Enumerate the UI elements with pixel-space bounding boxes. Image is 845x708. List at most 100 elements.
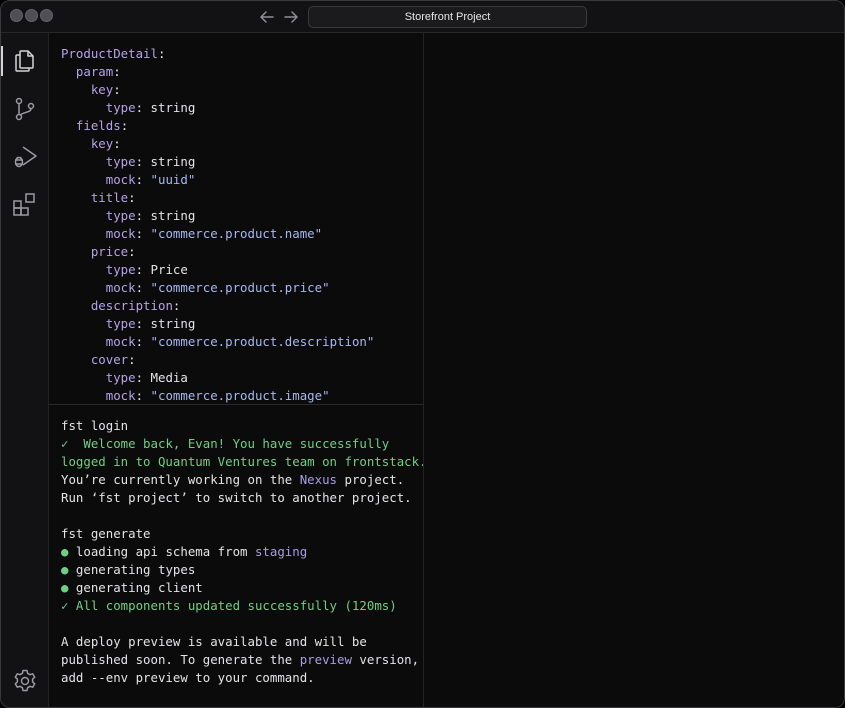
code-key: mock (105, 388, 136, 403)
code-line: type: string (105, 100, 196, 115)
terminal-line: fst generate (61, 525, 151, 543)
code-line: key: (90, 136, 121, 151)
terminal-line: logged in to Quantum Ventures team on fr… (61, 453, 423, 471)
code-value: string (150, 316, 196, 331)
minimize-window-button[interactable] (25, 9, 38, 22)
source-control-icon[interactable] (12, 96, 38, 122)
terminal-panel[interactable]: fst login ✓ Welcome back, Evan! You have … (49, 405, 423, 707)
terminal-text: staging (254, 544, 308, 559)
code-line: mock: "commerce.product.price" (105, 280, 330, 295)
settings-gear-icon[interactable] (12, 668, 38, 694)
code-key: title (90, 190, 129, 205)
code-line: ProductDetail: (61, 46, 166, 61)
code-value: "commerce.product.name" (150, 226, 323, 241)
code-line: type: string (105, 316, 196, 331)
code-key: price (90, 244, 129, 259)
code-value: string (150, 100, 196, 115)
terminal-text: Nexus (299, 472, 338, 487)
code-key: type (105, 262, 136, 277)
terminal-text: Run ‘fst project’ to switch to another p… (61, 490, 412, 505)
code-key: param (75, 64, 114, 79)
code-line: cover: (90, 352, 136, 367)
project-title-search[interactable]: Storefront Project (308, 6, 587, 28)
code-key: mock (105, 334, 136, 349)
terminal-text: generating types (75, 562, 196, 577)
terminal-text: A deploy preview is available and will b… (61, 634, 367, 649)
terminal-line: You’re currently working on the Nexus pr… (61, 471, 404, 489)
code-key: mock (105, 172, 136, 187)
activity-bar (1, 33, 49, 707)
code-line: type: string (105, 154, 196, 169)
code-value: string (150, 208, 196, 223)
code-line: price: (90, 244, 136, 259)
extensions-icon[interactable] (12, 192, 38, 218)
code-line: param: (75, 64, 121, 79)
code-key: description (90, 298, 173, 313)
terminal-text: Welcome back, Evan! You have successfull… (75, 436, 390, 451)
terminal-line: fst login (61, 417, 128, 435)
code-line: mock: "commerce.product.name" (105, 226, 323, 241)
code-line: key: (90, 82, 121, 97)
terminal-text: logged in to Quantum Ventures team on fr… (61, 454, 423, 469)
check-icon: ✓ (61, 436, 76, 451)
check-icon: ✓ (61, 598, 76, 613)
code-line: type: Price (105, 262, 188, 277)
terminal-line: published soon. To generate the preview … (61, 651, 419, 669)
code-line: type: string (105, 208, 196, 223)
terminal-text: You’re currently working on the (61, 472, 300, 487)
code-line: mock: "commerce.product.description" (105, 334, 375, 349)
code-key: type (105, 316, 136, 331)
code-line: mock: "uuid" (105, 172, 196, 187)
app-window: Storefront Project ProductDetail: param:… (0, 0, 845, 708)
bullet-icon: ● (61, 580, 76, 595)
terminal-line: add --env preview to your command. (61, 669, 315, 687)
code-key: fields (75, 118, 121, 133)
code-line: type: Media (105, 370, 188, 385)
forward-arrow-icon[interactable] (282, 8, 300, 26)
terminal-text: version, (351, 652, 420, 667)
code-line: description: (90, 298, 181, 313)
active-indicator (1, 46, 3, 76)
terminal-text: published soon. To generate the (61, 652, 300, 667)
code-key: key (90, 82, 114, 97)
window-title: Storefront Project (404, 11, 491, 23)
title-bar: Storefront Project (1, 1, 844, 33)
terminal-line: ● generating types (61, 561, 195, 579)
terminal-text: fst login (61, 418, 129, 433)
code-value: "uuid" (150, 172, 196, 187)
terminal-text: project. (337, 472, 405, 487)
code-value: "commerce.product.description" (150, 334, 375, 349)
code-key: cover (90, 352, 129, 367)
code-value: Media (150, 370, 188, 385)
code-value: Price (150, 262, 188, 277)
code-editor[interactable]: ProductDetail: param: key: type: string … (49, 33, 423, 404)
terminal-line: Run ‘fst project’ to switch to another p… (61, 489, 412, 507)
terminal-text: add --env preview to your command. (61, 670, 315, 685)
code-key: type (105, 208, 136, 223)
code-key: ProductDetail (61, 46, 158, 61)
terminal-text: fst generate (61, 526, 151, 541)
zoom-window-button[interactable] (40, 9, 53, 22)
code-value: string (150, 154, 196, 169)
code-line: mock: "commerce.product.image" (105, 388, 330, 403)
code-key: type (105, 154, 136, 169)
files-icon[interactable] (12, 48, 38, 74)
code-key: mock (105, 280, 136, 295)
bullet-icon: ● (61, 544, 76, 559)
run-debug-icon[interactable] (12, 144, 38, 170)
code-key: type (105, 100, 136, 115)
code-value: "commerce.product.price" (150, 280, 330, 295)
close-window-button[interactable] (10, 9, 23, 22)
terminal-text: preview (299, 652, 352, 667)
terminal-text: loading api schema from (75, 544, 255, 559)
terminal-line: ● loading api schema from staging (61, 543, 307, 561)
code-key: key (90, 136, 114, 151)
preview-pane (424, 33, 844, 707)
code-value: "commerce.product.image" (150, 388, 330, 403)
bullet-icon: ● (61, 562, 76, 577)
back-arrow-icon[interactable] (258, 8, 276, 26)
terminal-line: ✓ All components updated successfully (1… (61, 597, 397, 615)
terminal-line: ✓ Welcome back, Evan! You have successfu… (61, 435, 389, 453)
code-key: mock (105, 226, 136, 241)
terminal-text: generating client (75, 580, 203, 595)
